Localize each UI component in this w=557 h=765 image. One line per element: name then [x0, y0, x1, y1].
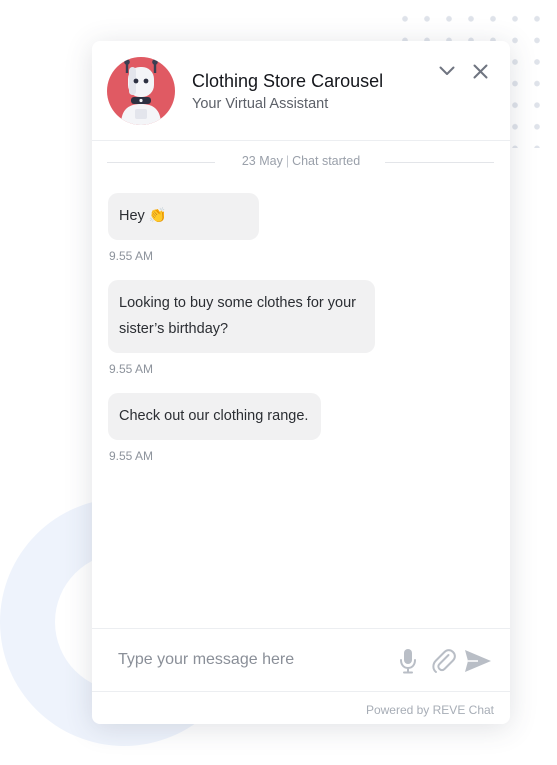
bot-avatar [107, 57, 175, 125]
date-separator: | [285, 154, 290, 168]
microphone-button[interactable] [396, 647, 420, 675]
bot-message-bubble: Check out our clothing range. [108, 393, 321, 440]
chat-date-label: 23 May | Chat started [92, 154, 510, 168]
microphone-icon [400, 649, 416, 674]
paperclip-icon [432, 649, 456, 673]
chat-header: Clothing Store Carousel Your Virtual Ass… [92, 41, 510, 141]
bot-message-bubble: Hey 👏 [108, 193, 259, 240]
send-button[interactable] [462, 647, 494, 675]
send-icon [465, 650, 491, 672]
robot-icon [121, 59, 161, 125]
chevron-down-icon [439, 66, 455, 75]
message-input[interactable] [106, 641, 376, 679]
close-icon [473, 64, 487, 78]
bot-message-bubble: Looking to buy some clothes for your sis… [108, 280, 375, 353]
message-timestamp: 9.55 AM [109, 249, 154, 263]
chat-date: 23 May [241, 154, 283, 168]
chat-title: Clothing Store Carousel [192, 71, 384, 91]
minimize-button[interactable] [436, 60, 458, 82]
message-composer [92, 628, 510, 692]
page: Clothing Store Carousel Your Virtual Ass… [0, 0, 557, 765]
chat-window: Clothing Store Carousel Your Virtual Ass… [92, 41, 510, 724]
message-timestamp: 9.55 AM [109, 362, 154, 376]
message-timestamp: 9.55 AM [109, 449, 154, 463]
attach-button[interactable] [430, 647, 458, 675]
close-button[interactable] [469, 60, 491, 82]
chat-date-divider: 23 May | Chat started [92, 153, 510, 171]
powered-by-label: Powered by REVE Chat [365, 703, 494, 717]
chat-status: Chat started [292, 154, 361, 168]
chat-subtitle: Your Virtual Assistant [192, 96, 329, 112]
